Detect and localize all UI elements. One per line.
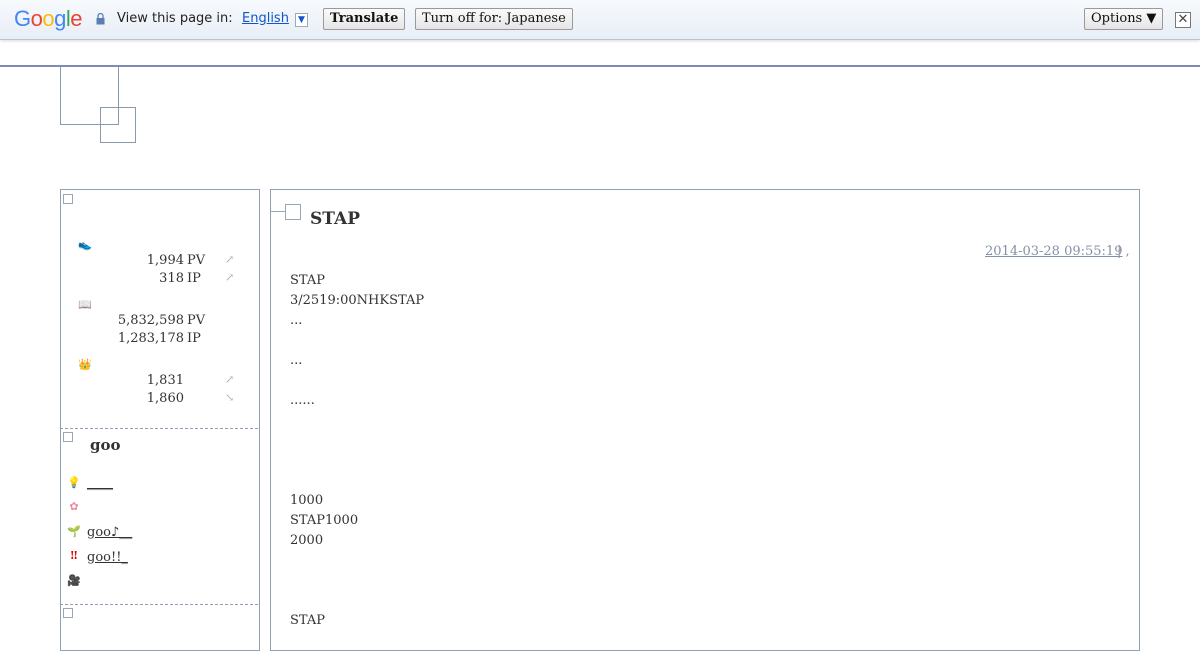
title-corner-line (270, 211, 285, 212)
post-line: ... (290, 313, 303, 328)
ip-unit: IP (187, 331, 201, 346)
crown-icon: 👑 (78, 358, 92, 371)
language-dropdown-icon[interactable]: ▼ (295, 13, 308, 27)
divider (60, 604, 258, 605)
translate-bar: Google View this page in: English ▼ Tran… (0, 0, 1200, 40)
header-decoration-small (100, 107, 136, 143)
total-pv: 5,832,598 (117, 313, 184, 328)
view-page-label: View this page in: (117, 11, 233, 26)
close-icon[interactable]: ✕ (1175, 12, 1191, 28)
total-ip: 1,283,178 (117, 331, 184, 346)
title-corner (285, 204, 301, 220)
pv-unit: PV (187, 253, 206, 268)
post-line: ... (290, 353, 303, 368)
post-line: 2000 (290, 533, 324, 548)
bulb-icon: 💡 (67, 476, 81, 489)
rank-1: 1,831 (146, 373, 184, 388)
sidebar-corner (63, 194, 73, 204)
section-corner (63, 432, 73, 442)
translate-button[interactable]: Translate (323, 8, 406, 30)
ip-unit: IP (187, 271, 201, 286)
flower-icon: ✿ (69, 500, 79, 513)
arrow-up-icon: ↗ (225, 373, 235, 386)
goo-link-1[interactable]: ____ (87, 476, 113, 491)
post-line: STAP1000 (290, 513, 359, 528)
options-button[interactable]: Options ▼ (1084, 8, 1164, 30)
today-ip: 318 (159, 271, 184, 286)
header-rule (0, 65, 1200, 67)
post-date[interactable]: 2014-03-28 09:55:19 (985, 244, 1122, 259)
date-separator: | , (1117, 244, 1130, 259)
pv-unit: PV (187, 313, 206, 328)
lock-icon (96, 13, 105, 25)
post-title: STAP (310, 209, 360, 229)
divider (60, 428, 258, 429)
turn-off-button[interactable]: Turn off for: Japanese (415, 8, 573, 30)
goo-link-4[interactable]: goo!!_ (87, 550, 128, 565)
post-line: STAP (290, 273, 326, 288)
goo-title: goo (90, 436, 121, 454)
goo-link-3[interactable]: goo♪__ (87, 525, 132, 540)
shoe-icon: 👟 (78, 238, 92, 251)
today-pv: 1,994 (146, 253, 184, 268)
camera-icon: 🎥 (67, 574, 81, 587)
exclamation-icon: ‼ (70, 549, 78, 562)
arrow-down-icon: ↘ (225, 391, 235, 404)
arrow-up-icon: ↗ (225, 271, 235, 284)
post-line: STAP (290, 613, 326, 628)
section-corner (63, 608, 73, 618)
google-logo: Google (14, 6, 83, 31)
arrow-up-icon: ↗ (225, 253, 235, 266)
post-line: 3/2519:00NHKSTAP (290, 293, 425, 308)
book-icon: 📖 (78, 298, 92, 311)
rank-2: 1,860 (146, 391, 184, 406)
sprout-icon: 🌱 (67, 525, 81, 538)
post-line: 1000 (290, 493, 324, 508)
post-line: ...... (290, 393, 315, 408)
language-link[interactable]: English (242, 11, 289, 26)
